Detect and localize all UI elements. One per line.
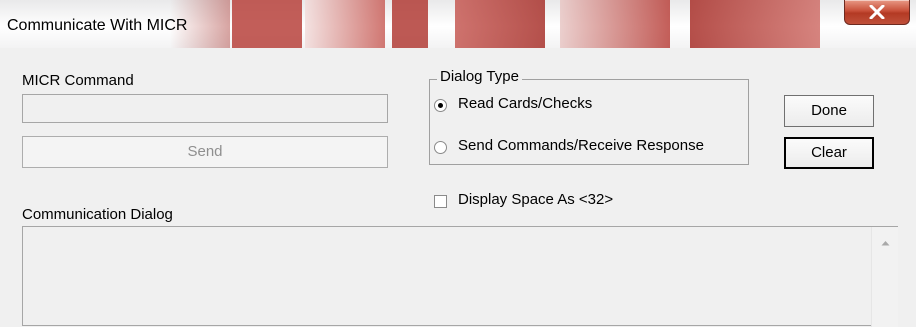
scroll-up-icon[interactable] xyxy=(881,240,890,246)
vertical-scrollbar[interactable] xyxy=(871,227,898,327)
display-space-label[interactable]: Display Space As <32> xyxy=(458,191,613,208)
send-button[interactable]: Send xyxy=(22,136,388,168)
dialog-type-title: Dialog Type xyxy=(437,68,522,85)
close-button[interactable] xyxy=(844,0,910,25)
window-title: Communicate With MICR xyxy=(7,17,188,34)
communication-dialog-area[interactable] xyxy=(22,226,898,326)
title-decoration xyxy=(232,0,302,48)
title-decoration xyxy=(560,0,670,48)
title-decoration xyxy=(392,0,428,48)
clear-button[interactable]: Clear xyxy=(784,137,874,169)
display-space-checkbox[interactable] xyxy=(434,195,447,208)
done-button[interactable]: Done xyxy=(784,95,874,127)
title-decoration xyxy=(455,0,545,48)
micr-command-input[interactable] xyxy=(22,94,388,123)
title-decoration xyxy=(305,0,385,48)
read-cards-label[interactable]: Read Cards/Checks xyxy=(458,95,592,112)
send-commands-radio[interactable] xyxy=(434,141,447,154)
send-commands-label[interactable]: Send Commands/Receive Response xyxy=(458,137,704,154)
title-decoration xyxy=(690,0,820,48)
micr-command-label: MICR Command xyxy=(22,72,134,89)
close-icon xyxy=(869,5,885,19)
title-bar[interactable]: Communicate With MICR xyxy=(0,0,916,48)
communication-dialog-label: Communication Dialog xyxy=(22,206,173,223)
read-cards-radio[interactable] xyxy=(434,99,447,112)
